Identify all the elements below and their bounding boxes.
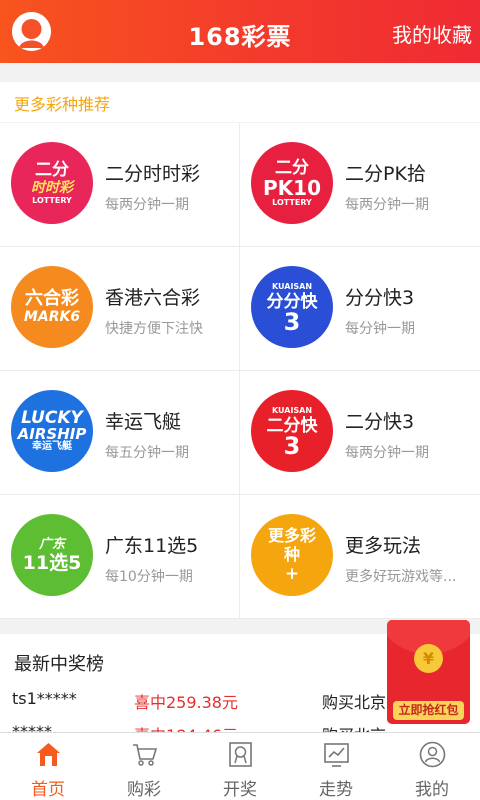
fenfen-kuai3-logo-icon: KUAISAN 分分快 3: [251, 266, 333, 348]
winner-purchase: 购买北京: [322, 693, 387, 712]
logo-text-top: 二分: [35, 160, 69, 180]
red-packet-button[interactable]: ¥ 立即抢红包: [387, 620, 470, 724]
logo-text-main: AIRSHIP: [17, 425, 87, 443]
tab-buy[interactable]: 购彩: [96, 733, 192, 800]
tab-draw[interactable]: 开奖: [192, 733, 288, 800]
user-icon: [419, 741, 446, 768]
lottery-desc: 每分钟一期: [345, 321, 415, 337]
favorites-button[interactable]: 我的收藏: [392, 19, 472, 48]
lottery-item-erfen-kuai3[interactable]: KUAISAN 二分快 3 二分快3 每两分钟一期: [240, 371, 480, 495]
lottery-desc: 每五分钟一期: [105, 445, 189, 461]
tab-label: 走势: [319, 780, 353, 800]
erfen-shishicai-logo-icon: 二分 时时彩 LOTTERY: [11, 142, 93, 224]
tab-label: 首页: [31, 780, 65, 800]
lottery-name: 二分快3: [345, 411, 415, 433]
lottery-desc: 每两分钟一期: [345, 445, 429, 461]
logo-text-main: 六合彩: [24, 288, 79, 309]
tab-label: 开奖: [223, 780, 257, 800]
logo-text-sub: 3: [283, 308, 301, 336]
logo-text-sub: MARK6: [23, 309, 81, 325]
logo-text-top: 二分: [275, 158, 309, 178]
lottery-desc: 每两分钟一期: [345, 197, 429, 213]
lottery-desc: 每10分钟一期: [105, 569, 193, 585]
tab-home[interactable]: 首页: [0, 733, 96, 800]
tab-label: 我的: [415, 780, 449, 800]
logo-text-top: KUAISAN: [271, 406, 313, 415]
logo-text-top: KUAISAN: [271, 282, 313, 291]
lottery-name: 更多玩法: [345, 535, 422, 557]
logo-text-sub: +: [284, 564, 300, 584]
home-icon: [37, 743, 60, 766]
logo-text-sub: LOTTERY: [32, 196, 72, 205]
section-header: 更多彩种推荐: [0, 82, 480, 122]
winner-user: ts1*****: [12, 689, 77, 708]
lottery-desc: 快捷方便下注快: [105, 321, 203, 337]
trend-icon: [324, 743, 349, 767]
logo-text-main: 11选5: [22, 552, 82, 574]
logo-text-sub: 幸运飞艇: [31, 441, 72, 452]
logo-text-sub: 3: [283, 432, 301, 460]
logo-text-main: PK10: [263, 176, 321, 200]
coin-icon: ¥: [414, 644, 443, 673]
app-header: 168彩票 我的收藏: [0, 0, 480, 63]
lottery-item-more[interactable]: 更多彩种 + 更多玩法 更多好玩游戏等...: [240, 495, 480, 619]
lottery-item-guangdong-11x5[interactable]: 广东 11选5 广东11选5 每10分钟一期: [0, 495, 240, 619]
hk-liuhecai-logo-icon: 六合彩 MARK6: [11, 266, 93, 348]
lottery-item-hk-liuhecai[interactable]: 六合彩 MARK6 香港六合彩 快捷方便下注快: [0, 247, 240, 371]
winner-amount: 喜中259.38元: [134, 693, 238, 712]
tab-trend[interactable]: 走势: [288, 733, 384, 800]
erfen-pk10-logo-icon: 二分 PK10 LOTTERY: [251, 142, 333, 224]
lottery-item-erfen-shishicai[interactable]: 二分 时时彩 LOTTERY 二分时时彩 每两分钟一期: [0, 123, 240, 247]
logo-text-top: LUCKY: [21, 408, 83, 428]
lottery-grid: 二分 时时彩 LOTTERY 二分时时彩 每两分钟一期 二分 PK10 LOTT…: [0, 123, 480, 619]
tab-label: 购彩: [127, 780, 161, 800]
lottery-name: 二分PK拾: [345, 163, 426, 185]
lottery-name: 幸运飞艇: [105, 411, 182, 433]
guangdong-11x5-logo-icon: 广东 11选5: [11, 514, 93, 596]
lottery-name: 分分快3: [345, 287, 415, 309]
lottery-item-fenfen-kuai3[interactable]: KUAISAN 分分快 3 分分快3 每分钟一期: [240, 247, 480, 371]
more-games-logo-icon: 更多彩种 +: [251, 514, 333, 596]
winners-title: 最新中奖榜: [14, 654, 104, 675]
bottom-tab-bar: 首页 购彩 开奖 走势 我的: [0, 732, 480, 800]
lottery-name: 二分时时彩: [105, 163, 201, 185]
award-icon: [229, 742, 252, 767]
red-packet-label: 立即抢红包: [393, 701, 464, 720]
logo-text-top: 广东: [38, 537, 65, 552]
lottery-name: 广东11选5: [105, 535, 199, 557]
lucky-airship-logo-icon: LUCKY AIRSHIP 幸运飞艇: [11, 390, 93, 472]
section-title: 更多彩种推荐: [14, 95, 111, 114]
lottery-desc: 每两分钟一期: [105, 197, 189, 213]
tab-mine[interactable]: 我的: [384, 733, 480, 800]
lottery-item-lucky-airship[interactable]: LUCKY AIRSHIP 幸运飞艇 幸运飞艇 每五分钟一期: [0, 371, 240, 495]
logo-text-main: 时时彩: [31, 180, 73, 196]
lottery-desc: 更多好玩游戏等...: [345, 569, 457, 585]
logo-text-main: 更多彩种: [268, 526, 317, 564]
lottery-name: 香港六合彩: [105, 287, 201, 309]
erfen-kuai3-logo-icon: KUAISAN 二分快 3: [251, 390, 333, 472]
lottery-item-erfen-pk10[interactable]: 二分 PK10 LOTTERY 二分PK拾 每两分钟一期: [240, 123, 480, 247]
cart-icon: [133, 744, 158, 766]
